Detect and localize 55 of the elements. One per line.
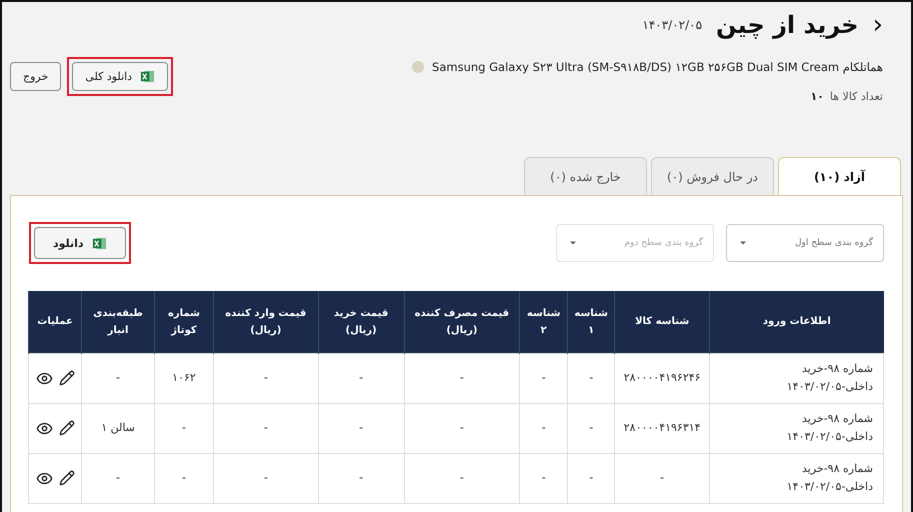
table-cell: - (82, 453, 155, 503)
group-select[interactable]: گروه بندی سطح اول (726, 224, 884, 262)
column-header: قیمت وارد کننده (ریال) (213, 291, 318, 353)
table-cell: - (404, 453, 520, 503)
edit-icon[interactable] (58, 420, 75, 436)
table-cell: ۱۰۶۲ (154, 353, 214, 403)
tab[interactable]: آزاد (۱۰) (778, 157, 901, 195)
table-cell: ۲۸۰۰۰۰۴۱۹۶۳۱۴ (614, 403, 710, 453)
spreadsheet-icon (92, 236, 107, 250)
edit-icon[interactable] (58, 370, 75, 386)
page-title: خرید از چین (716, 11, 859, 39)
table-cell: - (318, 353, 404, 403)
column-header: قیمت مصرف کننده (ریال) (404, 291, 520, 353)
download-all-button[interactable]: دانلود کلی (72, 62, 168, 91)
column-header: شناسه کالا (614, 291, 710, 353)
table-cell: - (568, 353, 615, 403)
spreadsheet-icon (140, 69, 156, 84)
table-cell: - (520, 353, 568, 403)
column-header: اطلاعات ورود (710, 291, 884, 353)
back-button[interactable]: ‹ (872, 10, 883, 40)
table-cell: - (568, 403, 615, 453)
table-cell: - (154, 403, 214, 453)
column-header: طبقه‌بندی انبار (82, 291, 155, 353)
table-cell: - (404, 403, 520, 453)
edit-icon[interactable] (58, 470, 75, 486)
column-header: عملیات (28, 291, 82, 353)
table-cell: - (213, 403, 318, 453)
table-cell: - (82, 353, 155, 403)
table-cell: - (318, 453, 404, 503)
product-name: هماتلکام Samsung Galaxy S۲۳ Ultra (SM-S۹۱۸B/DS) ۱۲GB ۲۵۶GB Dual SIM Cream (432, 60, 883, 74)
table-cell: شماره ۹۸-خرید داخلی-۱۴۰۳/۰۲/۰۵ (710, 353, 884, 403)
table-cell: - (404, 353, 520, 403)
table-cell: - (213, 453, 318, 503)
table-cell: شماره ۹۸-خرید داخلی-۱۴۰۳/۰۲/۰۵ (710, 453, 884, 503)
count-value: ۱۰ (810, 90, 824, 103)
column-header: شماره کوتاژ (154, 291, 214, 353)
table-cell: شماره ۹۸-خرید داخلی-۱۴۰۳/۰۲/۰۵ (710, 403, 884, 453)
table-cell: - (614, 453, 710, 503)
table-cell: - (318, 403, 404, 453)
column-header: قیمت خرید (ریال) (318, 291, 404, 353)
exit-button[interactable]: خروج (10, 62, 62, 91)
table-cell: ۲۸۰۰۰۰۴۱۹۶۲۴۶ (614, 353, 710, 403)
column-header: شناسه ۱ (568, 291, 615, 353)
table-cell: - (520, 453, 568, 503)
table-cell: - (568, 453, 615, 503)
table-cell: - (213, 353, 318, 403)
table-cell: سالن ۱ (82, 403, 155, 453)
tab[interactable]: در حال فروش (۰) (651, 157, 774, 195)
count-label: تعداد کالا ها (830, 90, 883, 103)
tab[interactable]: خارج شده (۰) (524, 157, 647, 195)
download-button[interactable]: دانلود (34, 227, 126, 259)
column-header: شناسه ۲ (520, 291, 568, 353)
table-cell: - (154, 453, 214, 503)
date-text: ۱۴۰۳/۰۲/۰۵ (642, 18, 702, 32)
table-cell: - (520, 403, 568, 453)
